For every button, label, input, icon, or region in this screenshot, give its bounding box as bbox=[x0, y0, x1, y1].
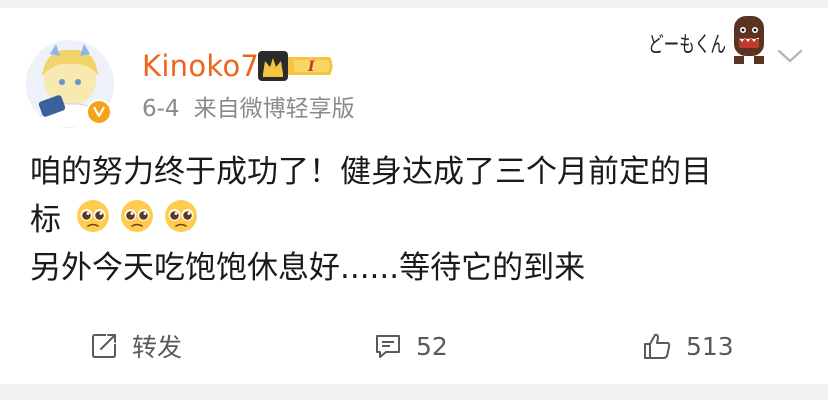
post-meta: 6-4 来自微博轻享版 bbox=[142, 94, 355, 124]
share-icon bbox=[92, 334, 116, 358]
share-label: 转发 bbox=[132, 333, 183, 362]
weibo-post-card: Kinoko7 I 6-4 来自微博轻享版 どーもくん 咱的努力终于成功了！健身… bbox=[0, 0, 828, 400]
vip-level: I bbox=[307, 59, 315, 75]
emoji-group bbox=[75, 198, 199, 234]
sticker-text: どーもくん bbox=[648, 33, 726, 58]
comment-button[interactable]: 52 bbox=[374, 326, 448, 366]
share-button[interactable]: 转发 bbox=[90, 326, 182, 366]
like-count: 513 bbox=[686, 331, 734, 361]
pleading-face-icon bbox=[76, 200, 109, 232]
post-line-with-emoji: 标 bbox=[30, 196, 810, 244]
post-line: 另外今天吃饱饱休息好......等待它的到来 bbox=[30, 250, 586, 286]
comment-icon bbox=[376, 335, 400, 358]
bottom-divider bbox=[0, 384, 828, 400]
post-source[interactable]: 来自微博轻享版 bbox=[194, 96, 355, 122]
comment-count: 52 bbox=[416, 331, 448, 361]
post-text: 咱的努力终于成功了！健身达成了三个月前定的目 标 另外今天吃饱饱休息好.....… bbox=[30, 148, 810, 292]
username[interactable]: Kinoko7 bbox=[142, 48, 259, 84]
post-line: 标 bbox=[30, 202, 61, 238]
pleading-face-icon bbox=[120, 200, 153, 232]
post-line: 咱的努力终于成功了！健身达成了三个月前定的目 bbox=[30, 154, 712, 190]
like-button[interactable]: 513 bbox=[642, 326, 734, 366]
post-date: 6-4 bbox=[142, 96, 180, 122]
pleading-face-icon bbox=[164, 200, 197, 232]
chevron-down-icon[interactable] bbox=[776, 46, 804, 66]
thumb-up-icon bbox=[644, 333, 671, 359]
verified-badge bbox=[86, 99, 112, 125]
crown-vip-icon[interactable]: I bbox=[258, 51, 336, 81]
domo-sticker-icon: どーもくん bbox=[648, 16, 764, 64]
action-bar: 转发 52 513 bbox=[0, 318, 828, 374]
verified-badge-icon bbox=[88, 101, 110, 123]
